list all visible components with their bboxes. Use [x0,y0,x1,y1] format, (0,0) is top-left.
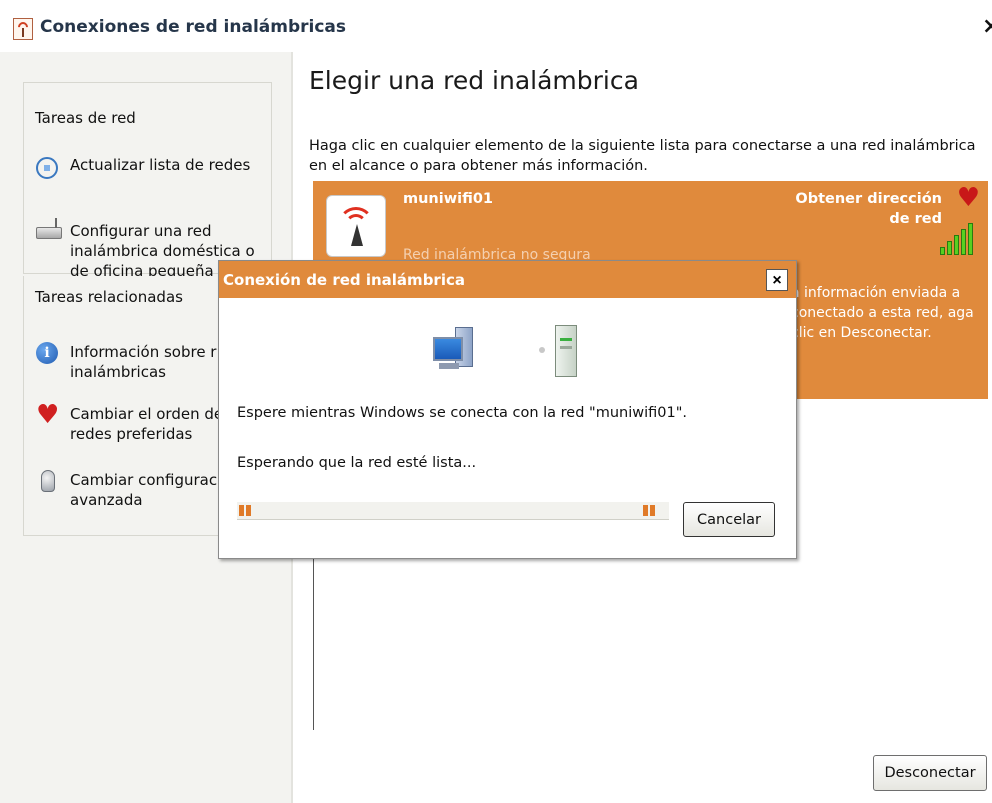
heart-icon: ♥ [36,400,60,430]
title-bar: Conexiones de red inalámbricas × [0,0,992,52]
router-icon [36,218,62,239]
wireless-tower-icon [326,195,386,257]
cancel-button[interactable]: Cancelar [683,502,775,537]
signal-strength-icon [940,221,976,255]
network-tasks-section: Tareas de red Actualizar lista de redes … [23,82,272,280]
connection-dialog: Conexión de red inalámbrica × Espere mie… [218,260,797,559]
dialog-message: Espere mientras Windows se conecta con l… [237,405,687,421]
window-title: Conexiones de red inalámbricas [40,17,347,37]
dialog-close-button[interactable]: × [766,269,788,291]
network-tasks-title: Tareas de red [35,109,136,127]
page-description: Haga clic en cualquier elemento de la si… [309,138,976,174]
page-title: Elegir una red inalámbrica [309,66,639,95]
connection-progress-bar [237,502,669,520]
refresh-icon [36,157,58,179]
favorite-heart-icon: ♥ [956,183,980,213]
access-point-icon [555,325,577,377]
network-status: Obtener dirección de red [795,191,942,227]
info-icon: i [36,342,58,364]
wireless-connections-window: Conexiones de red inalámbricas × Tareas … [0,0,992,803]
refresh-network-list-label: Actualizar lista de redes [70,156,251,174]
network-detail-text: a información enviada a conectado a esta… [791,285,974,341]
dialog-title-bar: Conexión de red inalámbrica × [219,261,796,298]
related-tasks-title: Tareas relacionadas [35,288,183,306]
network-name: muniwifi01 [403,191,494,207]
dialog-status: Esperando que la red esté lista... [237,455,477,471]
wireless-network-icon [13,18,33,40]
disconnect-button[interactable]: Desconectar [873,755,987,791]
bulb-icon [41,470,55,492]
refresh-network-list-link[interactable]: Actualizar lista de redes [36,155,261,179]
window-close-button[interactable]: × [982,14,992,39]
dialog-title: Conexión de red inalámbrica [223,271,465,289]
computer-icon [433,327,481,379]
connection-dot-icon [539,347,545,353]
